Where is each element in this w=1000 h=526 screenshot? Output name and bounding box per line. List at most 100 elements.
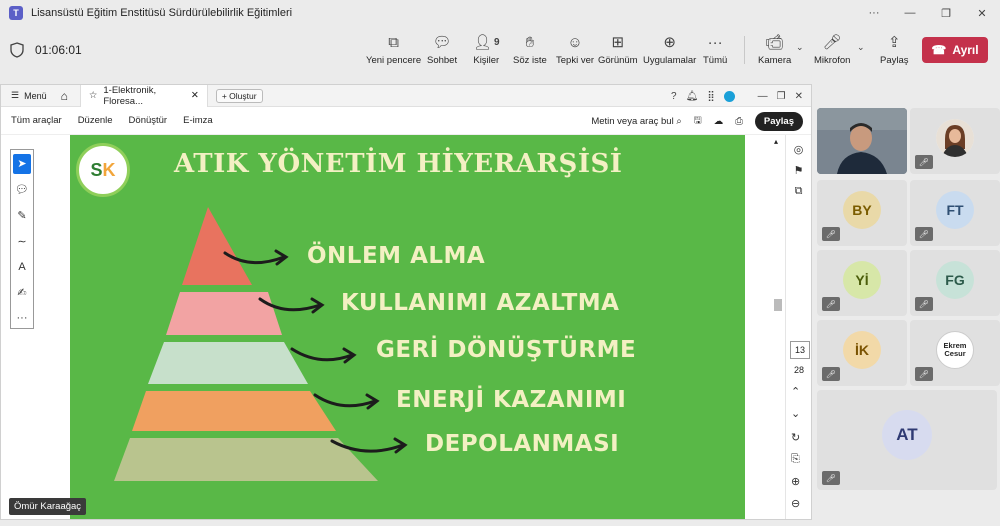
pyramid-level-2 (166, 292, 282, 335)
menu-edit[interactable]: Düzenle (78, 115, 113, 126)
people-button[interactable]: 👤︎ 9 Kişiler (473, 32, 500, 66)
participant-avatar: İK (843, 331, 881, 369)
camera-button[interactable]: 📹︎ Kamera (758, 32, 791, 66)
save-icon[interactable]: 🖫︎ (694, 113, 702, 129)
participant-video-tile[interactable] (817, 108, 907, 174)
participant-tile-photo[interactable]: 🎤︎ (910, 108, 1000, 174)
more-options-icon[interactable]: ··· (856, 0, 892, 26)
participant-avatar: FG (936, 261, 974, 299)
comment-tool-icon[interactable]: 💬︎ (13, 180, 31, 200)
share-screen-icon: ⇪ (887, 34, 901, 51)
more-button[interactable]: ··· Tümü (703, 32, 727, 67)
meeting-toolbar: 01:06:01 ⧉ Yeni pencere 💬︎ Sohbet 👤︎ 9 Ki… (0, 26, 1000, 74)
acrobat-share-button[interactable]: Paylaş (754, 111, 803, 131)
presenter-name: Ömür Karaağaç (9, 498, 87, 515)
upload-icon[interactable]: ☁︎ (714, 116, 724, 127)
hamburger-icon: ☰ (11, 90, 20, 100)
react-button[interactable]: ☺ Tepki ver (556, 32, 594, 67)
new-window-button[interactable]: ⧉ Yeni pencere (366, 32, 421, 67)
help-icon[interactable]: ? (671, 91, 677, 102)
participant-tile[interactable]: FT 🎤︎ (910, 180, 1000, 246)
print-icon[interactable]: ⎙ (735, 116, 743, 127)
more-tools-icon[interactable]: ··· (13, 308, 31, 328)
participant-tile-large[interactable]: AT 🎤︎ (817, 390, 997, 490)
scroll-thumb[interactable] (774, 299, 782, 311)
document-tab[interactable]: ☆ 1-Elektronik, Floresa... ✕ (79, 84, 208, 107)
create-tab-button[interactable]: + Oluştur (215, 88, 263, 103)
shared-screen: ☰ Menü ⌂ ☆ 1-Elektronik, Floresa... ✕ + O… (0, 84, 812, 520)
participant-photo-ekrem: Ekrem Cesur (936, 331, 974, 369)
mic-muted-icon: 🎤︎ (915, 227, 933, 241)
current-page-input[interactable]: 13 (790, 341, 810, 359)
menu-button[interactable]: ☰ Menü (11, 90, 47, 101)
menu-convert[interactable]: Dönüştür (129, 115, 168, 126)
select-tool-icon[interactable]: ➤ (13, 154, 31, 174)
page-up-icon[interactable]: ⌃ (791, 385, 800, 398)
total-pages: 28 (794, 365, 805, 375)
menu-esign[interactable]: E-imza (183, 115, 213, 126)
lasso-tool-icon[interactable]: ∼ (13, 231, 31, 251)
close-button[interactable]: ✕ (964, 0, 1000, 26)
menu-all-tools[interactable]: Tüm araçlar (11, 115, 62, 126)
university-logo: SK (76, 143, 130, 197)
apps-grid-icon[interactable]: ⣿ (707, 91, 714, 102)
participant-video-icon (817, 108, 907, 174)
apps-button[interactable]: ⊕ Uygulamalar (643, 32, 696, 66)
mic-button[interactable]: 🎤︎ Mikrofon (814, 32, 850, 66)
sign-tool-icon[interactable]: ✍︎ (13, 283, 31, 303)
minimize-button[interactable]: — (892, 0, 928, 26)
arrow-4 (313, 393, 377, 408)
toolbar-divider (744, 36, 745, 64)
view-button[interactable]: ⊞ Görünüm (598, 32, 638, 66)
close-button[interactable]: ✕ (795, 91, 803, 102)
pen-tool-icon[interactable]: ✎ (13, 205, 31, 225)
comment-panel-icon[interactable]: ◎ (794, 143, 804, 156)
minimize-button[interactable]: — (758, 91, 768, 102)
extract-icon[interactable]: ⎘ (791, 453, 800, 466)
mic-muted-icon: 🎤︎ (915, 367, 933, 381)
chat-button[interactable]: 💬︎ Sohbet (427, 32, 457, 66)
page-down-icon[interactable]: ⌄ (791, 407, 800, 420)
share-button[interactable]: ⇪ Paylaş (880, 32, 909, 66)
participant-tile[interactable]: İK 🎤︎ (817, 320, 907, 386)
participant-tile[interactable]: Yİ 🎤︎ (817, 250, 907, 316)
restore-button[interactable]: ❐ (928, 0, 964, 26)
leave-button[interactable]: ☎ Ayrıl (922, 37, 988, 63)
zoom-in-icon[interactable]: ⊕ (791, 475, 800, 488)
search-icon: ⌕ (676, 115, 682, 127)
pages-icon[interactable]: ⧉ (795, 185, 803, 198)
vertical-scrollbar[interactable]: ▴ (773, 135, 783, 519)
bell-icon[interactable]: 🔔︎ (686, 91, 699, 102)
participant-avatar: FT (936, 191, 974, 229)
star-icon[interactable]: ☆ (89, 90, 98, 101)
mic-muted-icon: 🎤︎ (915, 297, 933, 311)
rotate-icon[interactable]: ↻ (791, 431, 800, 444)
bookmark-icon[interactable]: ⚑ (794, 164, 804, 177)
step-4: ENERJİ KAZANIMI (396, 387, 627, 413)
zoom-out-icon[interactable]: ⊖ (791, 497, 800, 510)
step-2: KULLANIMI AZALTMA (341, 290, 620, 316)
restore-button[interactable]: ❐ (777, 91, 786, 102)
participant-avatar: Yİ (843, 261, 881, 299)
scroll-up-icon[interactable]: ▴ (774, 137, 778, 146)
left-toolbar: ➤ 💬︎ ✎ ∼ A ✍︎ ··· (10, 149, 34, 329)
raise-hand-icon: ✋︎ (525, 33, 535, 51)
mic-options-chevron-icon[interactable]: ⌄ (857, 42, 865, 53)
search-tools[interactable]: Metin veya araç bul ⌕ (591, 116, 681, 127)
mic-off-icon: 🎤︎ (822, 34, 842, 51)
close-tab-icon[interactable]: ✕ (191, 90, 199, 101)
reaction-icon: ☺ (567, 33, 583, 51)
pyramid-level-4 (132, 391, 336, 431)
home-icon[interactable]: ⌂ (61, 89, 68, 103)
people-icon: 👤︎ 9 (473, 34, 500, 51)
mic-muted-icon: 🎤︎ (822, 471, 840, 485)
participant-tile[interactable]: BY 🎤︎ (817, 180, 907, 246)
participant-avatar: AT (882, 410, 932, 460)
mic-muted-icon: 🎤︎ (822, 367, 840, 381)
profile-icon[interactable] (723, 90, 735, 102)
raise-hand-button[interactable]: ✋︎ Söz iste (513, 32, 547, 67)
text-tool-icon[interactable]: A (13, 257, 31, 277)
participant-tile[interactable]: FG 🎤︎ (910, 250, 1000, 316)
participant-tile[interactable]: Ekrem Cesur 🎤︎ (910, 320, 1000, 386)
camera-options-chevron-icon[interactable]: ⌄ (796, 42, 804, 53)
